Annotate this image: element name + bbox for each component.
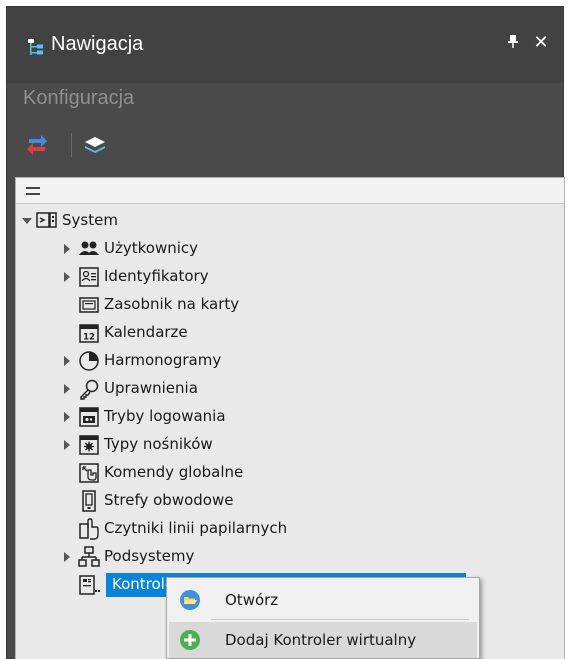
card-tray-icon [79,297,99,313]
tree-node-label: Podsystemy [104,547,195,565]
tree-node-label: Czytniki linii papilarnych [104,519,288,537]
pin-icon [508,35,518,48]
toolbar-separator [71,133,72,157]
refresh-arrows-icon[interactable] [25,133,49,157]
expand-arrow-icon[interactable] [64,412,70,422]
navigation-tree-icon [28,39,43,55]
tree-node-card-tray[interactable]: Zasobnik na karty [16,292,556,318]
tree-node-label: Strefy obwodowe [104,491,234,509]
tree-node-label: Komendy globalne [104,463,244,481]
controllers-icon [79,575,100,595]
tree-node-label: System [62,211,118,229]
tree-node-users[interactable]: Użytkownicy [16,236,556,262]
key-icon [80,379,99,400]
tree-node-perimeter-zones[interactable]: Strefy obwodowe [16,488,556,514]
media-types-icon [79,435,99,455]
panel-title: Nawigacja [51,33,144,55]
context-menu: Otwórz Dodaj Kontroler wirtualny [166,577,480,659]
add-icon [180,630,200,650]
global-commands-icon [79,463,99,483]
menu-item-open[interactable]: Otwórz [169,582,477,618]
tree-node-permissions[interactable]: Uprawnienia [16,376,556,402]
fingerprint-reader-icon [79,518,99,540]
zones-icon [82,490,96,512]
users-icon [79,241,99,255]
tree-node-label: Użytkownicy [104,239,199,257]
tree-node-label: Kalendarze [104,323,188,341]
open-folder-icon [180,590,200,610]
tree-header [16,178,564,204]
tree-node-media-types[interactable]: Typy nośników [16,432,556,458]
menu-separator [211,619,469,620]
expand-arrow-icon[interactable] [64,552,70,562]
menu-item-label: Dodaj Kontroler wirtualny [225,631,417,649]
expand-arrow-icon[interactable] [64,244,70,254]
tree-node-label: Uprawnienia [104,379,198,397]
tree-node-label: Tryby logowania [104,407,226,425]
expand-arrow-icon[interactable] [64,384,70,394]
tree-node-global-commands[interactable]: Komendy globalne [16,460,556,486]
subsystems-icon [78,546,100,567]
panel-subtitle: Konfiguracja [23,87,135,109]
close-icon: ✕ [533,32,549,53]
panel-titlebar: Nawigacja ✕ [7,7,563,83]
tree-node-login-modes[interactable]: Tryby logowania [16,404,556,430]
tree-node-subsystems[interactable]: Podsystemy [16,544,556,570]
system-icon [36,212,57,228]
close-button[interactable]: ✕ [531,32,551,54]
expand-arrow-icon[interactable] [64,356,70,366]
clock-icon [79,351,99,371]
tree-node-calendars[interactable]: 12 Kalendarze [16,320,556,346]
collapse-all-icon[interactable] [26,187,40,195]
expand-arrow-icon[interactable] [64,272,70,282]
tree-node-label: Zasobnik na karty [104,295,240,313]
layers-icon[interactable] [83,133,107,157]
tree-node-label: Typy nośników [104,435,213,453]
tree-node-fingerprint-readers[interactable]: Czytniki linii papilarnych [16,516,556,542]
tree-node-system[interactable]: System [16,208,556,234]
login-modes-icon [79,407,99,427]
tree-node-label: Identyfikatory [104,267,209,285]
tree-node-schedules[interactable]: Harmonogramy [16,348,556,374]
navigation-panel: Nawigacja ✕ Konfiguracja System Użytkown… [6,6,565,659]
pin-button[interactable] [505,34,521,54]
panel-toolbar [23,129,223,161]
menu-item-add-virtual-controller[interactable]: Dodaj Kontroler wirtualny [169,622,477,658]
menu-item-label: Otwórz [225,591,279,609]
expand-arrow-icon[interactable] [22,218,32,224]
tree-node-identifiers[interactable]: Identyfikatory [16,264,556,290]
tree-node-label: Harmonogramy [104,351,222,369]
expand-arrow-icon[interactable] [64,440,70,450]
id-card-icon [79,267,99,287]
calendar-icon: 12 [79,324,99,343]
calendar-badge: 12 [83,333,95,343]
